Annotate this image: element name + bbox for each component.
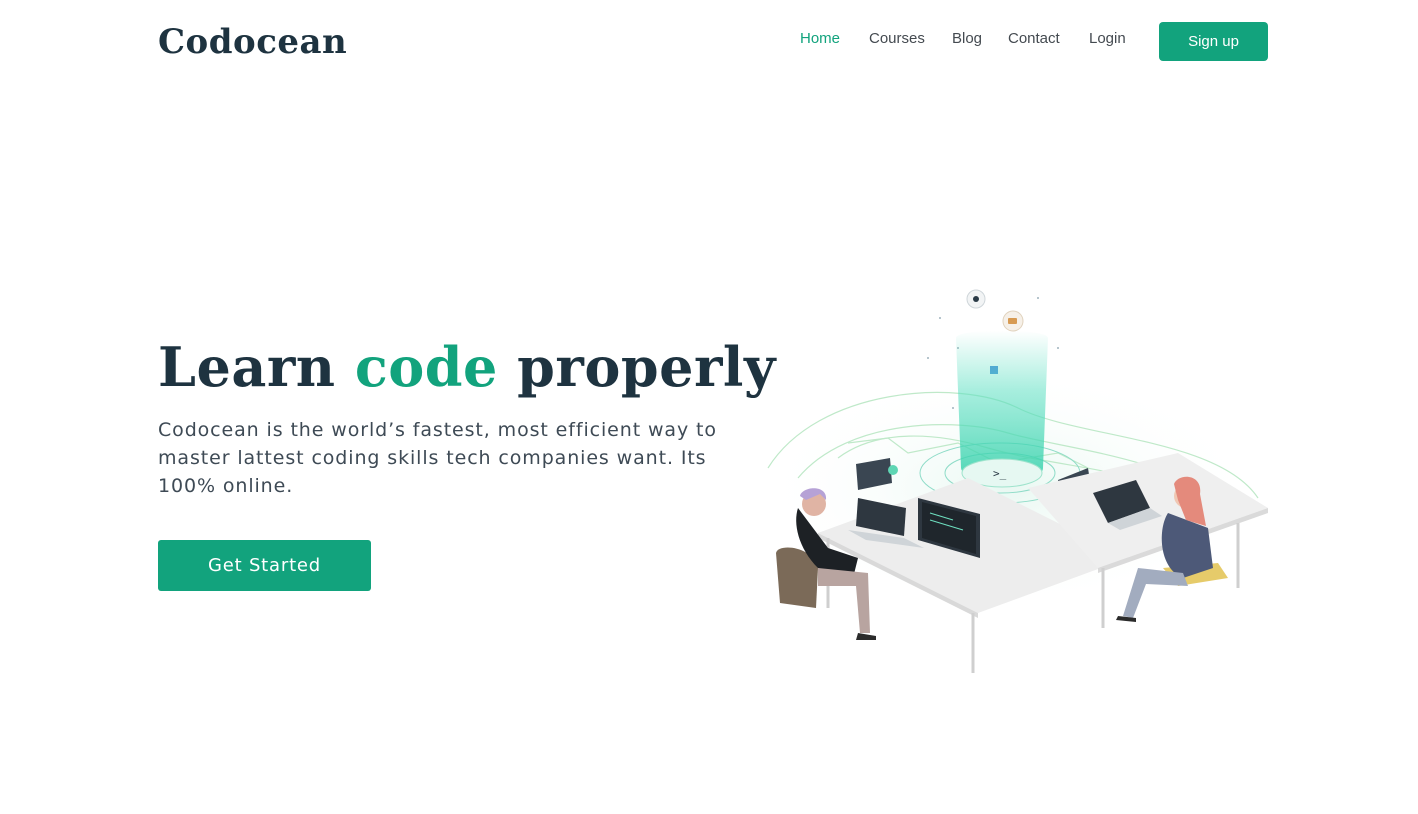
nav-contact-link[interactable]: Contact — [1008, 30, 1060, 47]
headline-part-2: properly — [497, 335, 776, 399]
hero-headline: Learn code properly — [158, 335, 776, 399]
nav-login-link[interactable]: Login — [1089, 30, 1126, 47]
get-started-button[interactable]: Get Started — [158, 540, 371, 591]
brand-logo[interactable]: Codocean — [158, 22, 347, 62]
headline-part-1: Learn — [158, 335, 355, 399]
nav-courses-link[interactable]: Courses — [869, 30, 925, 47]
signup-button[interactable]: Sign up — [1159, 22, 1268, 61]
headline-accent: code — [354, 335, 498, 399]
nav-home-link[interactable]: Home — [800, 30, 840, 47]
terminal-prompt-label: >_ — [993, 467, 1007, 480]
hero-description: Codocean is the world’s fastest, most ef… — [158, 419, 717, 497]
nav-blog-link[interactable]: Blog — [952, 30, 982, 47]
coding-illustration: >_ — [758, 289, 1268, 673]
